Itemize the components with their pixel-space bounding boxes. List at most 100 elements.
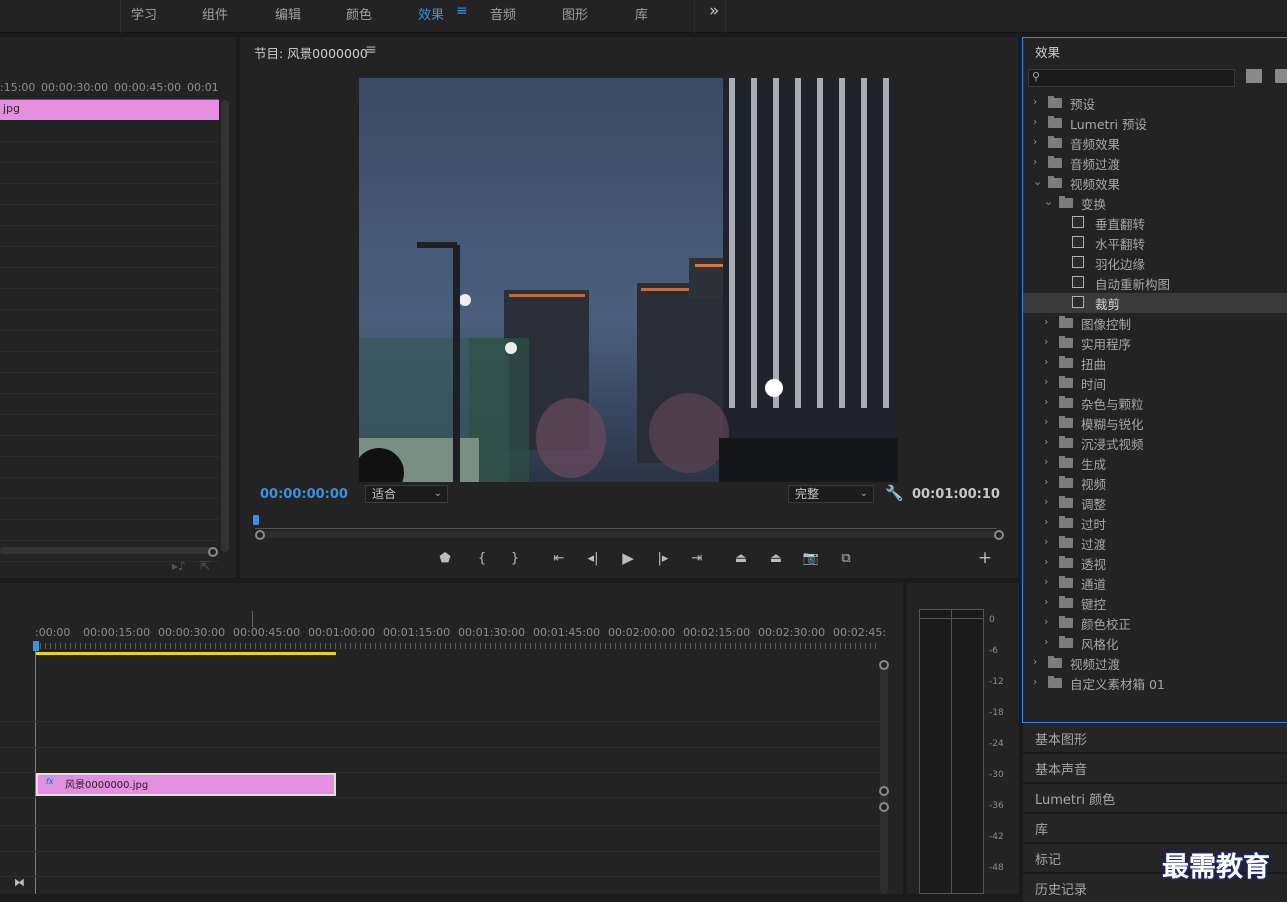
- chevron-down-icon[interactable]: ⌄: [1044, 195, 1054, 208]
- quality-dropdown[interactable]: 完整 ⌄: [788, 485, 874, 503]
- export-frame-icon[interactable]: 📷: [802, 551, 820, 567]
- collapsed-panel[interactable]: 库: [1023, 813, 1287, 842]
- chevron-right-icon[interactable]: ›: [1044, 575, 1054, 588]
- 32bit-effects-icon[interactable]: [1275, 69, 1287, 83]
- chevron-right-icon[interactable]: ›: [1033, 135, 1043, 148]
- source-clip[interactable]: jpg: [0, 100, 219, 120]
- effects-item[interactable]: › 键控: [1023, 593, 1287, 613]
- chevron-right-icon[interactable]: ›: [1033, 155, 1043, 168]
- effects-item[interactable]: › 时间: [1023, 373, 1287, 393]
- workspace-tab-7[interactable]: 库: [635, 4, 648, 23]
- effects-item[interactable]: › 音频过渡: [1023, 153, 1287, 173]
- timeline-vscrollbar[interactable]: [880, 665, 888, 894]
- effects-item[interactable]: › 扭曲: [1023, 353, 1287, 373]
- accelerated-effects-icon[interactable]: [1246, 69, 1262, 83]
- effects-item[interactable]: › 过时: [1023, 513, 1287, 533]
- effects-item[interactable]: 自动重新构图: [1023, 273, 1287, 293]
- collapsed-panel[interactable]: Lumetri 颜色: [1023, 783, 1287, 812]
- effects-item[interactable]: › 透视: [1023, 553, 1287, 573]
- step-back-icon[interactable]: ◂|: [584, 551, 602, 567]
- chevron-right-icon[interactable]: ›: [1044, 395, 1054, 408]
- chevron-right-icon[interactable]: ›: [1033, 655, 1043, 668]
- effects-search[interactable]: ⚲: [1028, 69, 1235, 87]
- timeline-zoom-mid1[interactable]: [879, 786, 889, 796]
- chevron-right-icon[interactable]: ›: [1033, 675, 1043, 688]
- program-menu-icon[interactable]: ≡: [365, 42, 377, 58]
- source-zoom-handle[interactable]: [208, 547, 218, 557]
- chevron-right-icon[interactable]: ›: [1044, 435, 1054, 448]
- go-to-out-icon[interactable]: ⇥: [688, 551, 706, 567]
- chevron-down-icon[interactable]: ⌄: [1033, 175, 1043, 188]
- effects-item[interactable]: › 沉浸式视频: [1023, 433, 1287, 453]
- chevron-right-icon[interactable]: ›: [1044, 635, 1054, 648]
- chevron-right-icon[interactable]: ›: [1044, 315, 1054, 328]
- chevron-right-icon[interactable]: ›: [1044, 455, 1054, 468]
- chevron-right-icon[interactable]: ›: [1044, 475, 1054, 488]
- chevron-right-icon[interactable]: ›: [1044, 495, 1054, 508]
- timeline-playhead-handle[interactable]: [33, 641, 39, 651]
- effects-item[interactable]: › 颜色校正: [1023, 613, 1287, 633]
- source-vscrollbar[interactable]: [221, 100, 229, 552]
- workspace-tab-1[interactable]: 组件: [202, 4, 228, 23]
- timeline-time-ruler[interactable]: :00:00 00:00:15:00 00:00:30:00 00:00:45:00 0…: [35, 623, 886, 655]
- more-workspaces-button[interactable]: »: [709, 1, 719, 21]
- program-zoom-handle-left[interactable]: [255, 530, 265, 540]
- effects-item[interactable]: › 音频效果: [1023, 133, 1287, 153]
- effects-item[interactable]: › 模糊与锐化: [1023, 413, 1287, 433]
- effects-item[interactable]: 垂直翻转: [1023, 213, 1287, 233]
- chevron-right-icon[interactable]: ›: [1044, 355, 1054, 368]
- workspaces-menu-icon[interactable]: ≡: [456, 3, 468, 19]
- chevron-right-icon[interactable]: ›: [1044, 615, 1054, 628]
- mark-out-icon[interactable]: }: [506, 551, 524, 567]
- chevron-right-icon[interactable]: ›: [1044, 595, 1054, 608]
- effects-item[interactable]: › 图像控制: [1023, 313, 1287, 333]
- effects-item[interactable]: › 视频: [1023, 473, 1287, 493]
- workspace-tab-0[interactable]: 学习: [131, 4, 157, 23]
- workspace-tab-2[interactable]: 编辑: [275, 4, 301, 23]
- effects-item[interactable]: › Lumetri 预设: [1023, 113, 1287, 133]
- audio-insert-icon[interactable]: ▸♪: [172, 559, 186, 573]
- effects-item[interactable]: 水平翻转: [1023, 233, 1287, 253]
- effects-item[interactable]: › 实用程序: [1023, 333, 1287, 353]
- chevron-right-icon[interactable]: ›: [1044, 335, 1054, 348]
- wrench-icon[interactable]: 🔧: [885, 484, 904, 502]
- go-to-in-icon[interactable]: ⇤: [550, 551, 568, 567]
- timeline-nav-icon[interactable]: ⧓: [14, 876, 25, 889]
- effects-item[interactable]: › 自定义素材箱 01: [1023, 673, 1287, 693]
- timeline-clip[interactable]: fx 风景0000000.jpg: [36, 773, 336, 796]
- chevron-right-icon[interactable]: ›: [1044, 535, 1054, 548]
- workspace-tab-4[interactable]: 效果: [418, 4, 444, 23]
- effects-item[interactable]: › 过渡: [1023, 533, 1287, 553]
- effects-item[interactable]: ⌄ 变换: [1023, 193, 1287, 213]
- chevron-right-icon[interactable]: ›: [1033, 95, 1043, 108]
- workspace-tab-6[interactable]: 图形: [562, 4, 588, 23]
- mark-in-icon[interactable]: {: [473, 551, 491, 567]
- button-editor-icon[interactable]: +: [976, 550, 994, 567]
- effects-item[interactable]: › 风格化: [1023, 633, 1287, 653]
- source-hscrollbar[interactable]: [0, 547, 212, 554]
- program-ruler[interactable]: [255, 517, 997, 529]
- step-forward-icon[interactable]: |▸: [654, 551, 672, 567]
- work-area-bar[interactable]: [35, 652, 336, 655]
- collapsed-panel[interactable]: 基本图形: [1023, 723, 1287, 752]
- effects-item[interactable]: ⌄ 视频效果: [1023, 173, 1287, 193]
- chevron-right-icon[interactable]: ›: [1044, 515, 1054, 528]
- effects-item[interactable]: › 生成: [1023, 453, 1287, 473]
- chevron-right-icon[interactable]: ›: [1044, 415, 1054, 428]
- chevron-right-icon[interactable]: ›: [1044, 555, 1054, 568]
- extract-icon[interactable]: ⏏: [767, 551, 785, 567]
- effects-item[interactable]: 裁剪: [1023, 293, 1287, 313]
- workspace-tab-5[interactable]: 音频: [490, 4, 516, 23]
- collapsed-panel[interactable]: 基本声音: [1023, 753, 1287, 782]
- timeline-zoom-mid2[interactable]: [879, 802, 889, 812]
- effects-item[interactable]: 羽化边缘: [1023, 253, 1287, 273]
- comparison-view-icon[interactable]: ⧉: [837, 551, 855, 567]
- timeline-zoom-top[interactable]: [879, 660, 889, 670]
- timecode-current[interactable]: 00:00:00:00: [260, 487, 348, 502]
- program-playhead[interactable]: [253, 515, 259, 525]
- program-zoom-handle-right[interactable]: [994, 530, 1004, 540]
- play-icon[interactable]: ▶: [619, 550, 637, 566]
- chevron-right-icon[interactable]: ›: [1033, 115, 1043, 128]
- add-marker-icon[interactable]: ⬟: [436, 551, 454, 567]
- effects-item[interactable]: › 调整: [1023, 493, 1287, 513]
